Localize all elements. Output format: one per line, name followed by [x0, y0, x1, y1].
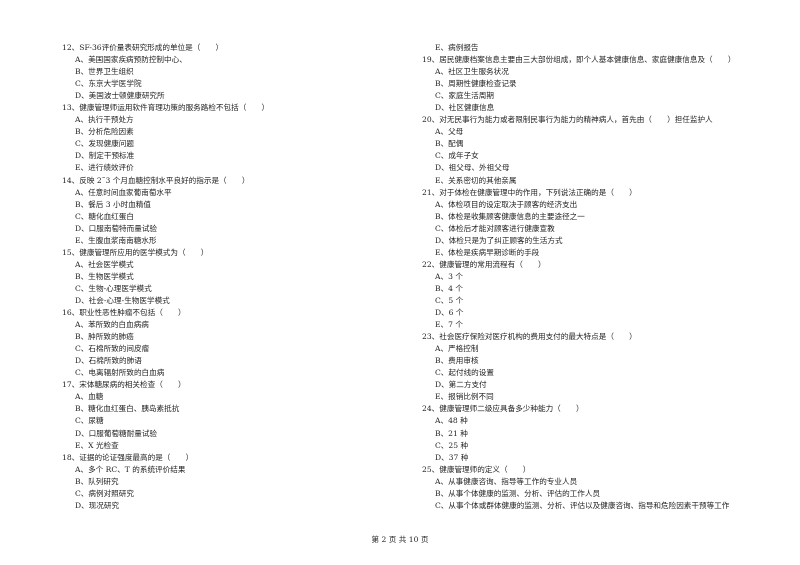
question-text: 20、对无民事行为能力或者限制民事行为能力的精神病人，首先由（ ）担任监护人	[422, 115, 713, 125]
answer-option: A、社区卫生服务状况	[435, 67, 509, 77]
answer-option: C、糖化血红蛋白	[75, 211, 134, 221]
question-text: 23、社会医疗保险对医疗机构的费用支付的最大特点是（ ）	[422, 332, 637, 342]
answer-option: A、苯所致的白血病病	[75, 320, 149, 330]
question-block: 20、对无民事行为能力或者限制民事行为能力的精神病人，首先由（ ）担任监护人 A、…	[422, 114, 792, 186]
answer-option: B、费用审核	[435, 356, 479, 366]
answer-option: B、配偶	[435, 139, 464, 149]
answer-option: C、体检后才能对顾客进行健康宣教	[435, 223, 555, 233]
answer-option: A、多个 RC、T 的系统评价结果	[75, 464, 186, 474]
answer-option: C、5 个	[435, 295, 464, 305]
question-block: 16、职业性恶性肿瘤不包括（ ） A、苯所致的白血病病 B、肿所致的肺癌 C、石棉所致…	[62, 307, 402, 379]
left-column: 12、SF-36评价量表研究形成的单位是（ ） A、美国国家疾病预防控制中心、 B、…	[62, 42, 402, 512]
answer-option: E、体检是疾病早期诊断的手段	[435, 247, 540, 257]
question-text: 17、宋体糖尿病的相关检查（ ）	[62, 380, 186, 390]
right-column: E、病例报告 19、居民健康档案信息主要由三大部份组成，即个人基本健康信息、家庭健…	[422, 42, 792, 512]
answer-option: E、病例报告	[435, 43, 479, 52]
question-text: 18、证据的论证强度最高的是（ ）	[62, 452, 194, 462]
answer-option: B、餐后 3 小时血精值	[75, 199, 151, 209]
question-block: 12、SF-36评价量表研究形成的单位是（ ） A、美国国家疾病预防控制中心、 B、…	[62, 42, 402, 102]
answer-option: E、生腹血浆南南糖水形	[75, 235, 157, 245]
answer-option: D、制定干预标准	[75, 151, 135, 161]
answer-option: B、21 种	[435, 428, 468, 438]
answer-option: B、分析危险因素	[75, 127, 134, 137]
answer-option: D、现况研究	[75, 500, 120, 510]
answer-option: D、口服南萄特而量试验	[75, 223, 158, 233]
answer-option: B、糖化血红蛋白、胰岛素抵抗	[75, 404, 180, 414]
question-text: 15、健康管理所应用的医学模式为（ ）	[62, 247, 209, 257]
question-block: 22、健康管理的常用流程有（ ） A、3 个 B、4 个 C、5 个 D、6 个 E、7 …	[422, 259, 792, 331]
question-text: 21、对于体检在健康管理中的作用，下列说法正确的是（ ）	[422, 187, 637, 197]
answer-option: C、东京大学医学院	[75, 79, 142, 89]
answer-option: D、美国波士顿健康研究所	[75, 91, 165, 101]
answer-option: C、成年子女	[435, 151, 479, 161]
answer-option: C、家庭生活周期	[435, 91, 494, 101]
question-text: 22、健康管理的常用流程有（ ）	[422, 259, 546, 269]
answer-option: C、生物-心理医学模式	[75, 283, 152, 293]
question-text: 24、健康管理师二级应具备多少种能力（ ）	[422, 404, 584, 414]
page-footer: 第 2 页 共 10 页	[371, 535, 429, 544]
answer-option: C、石棉所致的间皮瘤	[75, 344, 150, 354]
question-text: 14、反映 2˜3 个月血糖控制水平良好的指示是（ ）	[62, 175, 250, 185]
answer-option: C、发现健康问题	[75, 139, 134, 149]
answer-option: D、社区健康信息	[435, 103, 495, 113]
question-block: 18、证据的论证强度最高的是（ ） A、多个 RC、T 的系统评价结果 B、队列研究…	[62, 452, 402, 512]
answer-option: D、石棉所致的肺语	[75, 356, 142, 366]
answer-option: C、电离辐射所致的白血病	[75, 368, 165, 378]
question-block: 17、宋体糖尿病的相关检查（ ） A、血糖 B、糖化血红蛋白、胰岛素抵抗 C、尿糖 D、…	[62, 379, 402, 451]
answer-option: D、体检只是为了纠正顾客的生活方式	[435, 235, 563, 245]
question-block: 14、反映 2˜3 个月血糖控制水平良好的指示是（ ） A、任意时间血家葡南萄水平…	[62, 175, 402, 247]
answer-option: E、进行绩效评价	[75, 163, 134, 173]
question-text: 25、健康管理师的定义（ ）	[422, 464, 531, 474]
question-block: 13、健康管理师运用软件育理功策的服务路检不包括（ ） A、执行干预处方 B、分析危…	[62, 102, 402, 174]
answer-option: C、起付线的设置	[435, 368, 494, 378]
question-text: 19、居民健康档案信息主要由三大部份组成，即个人基本健康信息、家庭健康信息及（ …	[422, 55, 736, 65]
answer-option: A、美国国家疾病预防控制中心、	[75, 55, 187, 65]
answer-option: B、周期性健康检查记录	[435, 79, 517, 89]
answer-option: E、关系密切的其他亲属	[435, 175, 517, 185]
answer-option: B、体检是收集顾客健康信息的主要途径之一	[435, 211, 585, 221]
answer-option: E、7 个	[435, 320, 463, 330]
answer-option: B、4 个	[435, 283, 464, 293]
answer-option: B、世界卫生组织	[75, 67, 134, 77]
answer-option: A、社会医学模式	[75, 259, 134, 269]
answer-option: D、37 种	[435, 452, 469, 462]
answer-option: B、肿所致的肺癌	[75, 332, 134, 342]
answer-option: D、第二方支付	[435, 380, 487, 390]
answer-option: B、生物医学模式	[75, 271, 134, 281]
answer-option: C、从事个体或群体健康的监测、分析、评估以及健康咨询、指导和危险因素干预等工作	[435, 500, 730, 510]
answer-option: A、父母	[435, 127, 464, 137]
question-text: 12、SF-36评价量表研究形成的单位是（ ）	[62, 43, 224, 52]
answer-option: D、祖父母、外祖父母	[435, 163, 510, 173]
question-block: 25、健康管理师的定义（ ） A、从事健康咨询、指导等工作的专业人员 B、从事个体健…	[422, 464, 792, 512]
question-text: 16、职业性恶性肿瘤不包括（ ）	[62, 308, 186, 318]
answer-option: A、从事健康咨询、指导等工作的专业人员	[435, 476, 578, 486]
question-block: 21、对于体检在健康管理中的作用，下列说法正确的是（ ） A、体检项目的设定取决于…	[422, 187, 792, 259]
answer-option: E、报销比例不同	[435, 392, 494, 402]
question-block: E、病例报告	[422, 42, 792, 54]
answer-option: C、25 种	[435, 440, 469, 450]
question-block: 15、健康管理所应用的医学模式为（ ） A、社会医学模式 B、生物医学模式 C、生物-…	[62, 247, 402, 307]
answer-option: B、从事个体健康的监测、分析、评估的工作人员	[435, 488, 601, 498]
answer-option: A、执行干预处方	[75, 115, 134, 125]
answer-option: D、社会-心理-生物医学模式	[75, 295, 170, 305]
answer-option: A、体检项目的设定取决于顾客的经济支出	[435, 199, 578, 209]
answer-option: D、6 个	[435, 308, 464, 318]
answer-option: C、病例对照研究	[75, 488, 134, 498]
question-block: 19、居民健康档案信息主要由三大部份组成，即个人基本健康信息、家庭健康信息及（ …	[422, 54, 792, 114]
answer-option: C、尿糖	[75, 416, 104, 426]
question-block: 23、社会医疗保险对医疗机构的费用支付的最大特点是（ ） A、严格控制 B、费用审核…	[422, 331, 792, 403]
answer-option: D、口服葡萄糖耐量试验	[75, 428, 158, 438]
answer-option: A、3 个	[435, 271, 463, 281]
answer-option: A、严格控制	[435, 344, 479, 354]
answer-option: A、血糖	[75, 392, 104, 402]
answer-option: B、队列研究	[75, 476, 119, 486]
question-text: 13、健康管理师运用软件育理功策的服务路检不包括（ ）	[62, 103, 270, 113]
question-block: 24、健康管理师二级应具备多少种能力（ ） A、48 种 B、21 种 C、25 种 D…	[422, 403, 792, 463]
answer-option: E、X 光检查	[75, 440, 119, 450]
answer-option: A、48 种	[435, 416, 468, 426]
answer-option: A、任意时间血家葡南萄水平	[75, 187, 172, 197]
